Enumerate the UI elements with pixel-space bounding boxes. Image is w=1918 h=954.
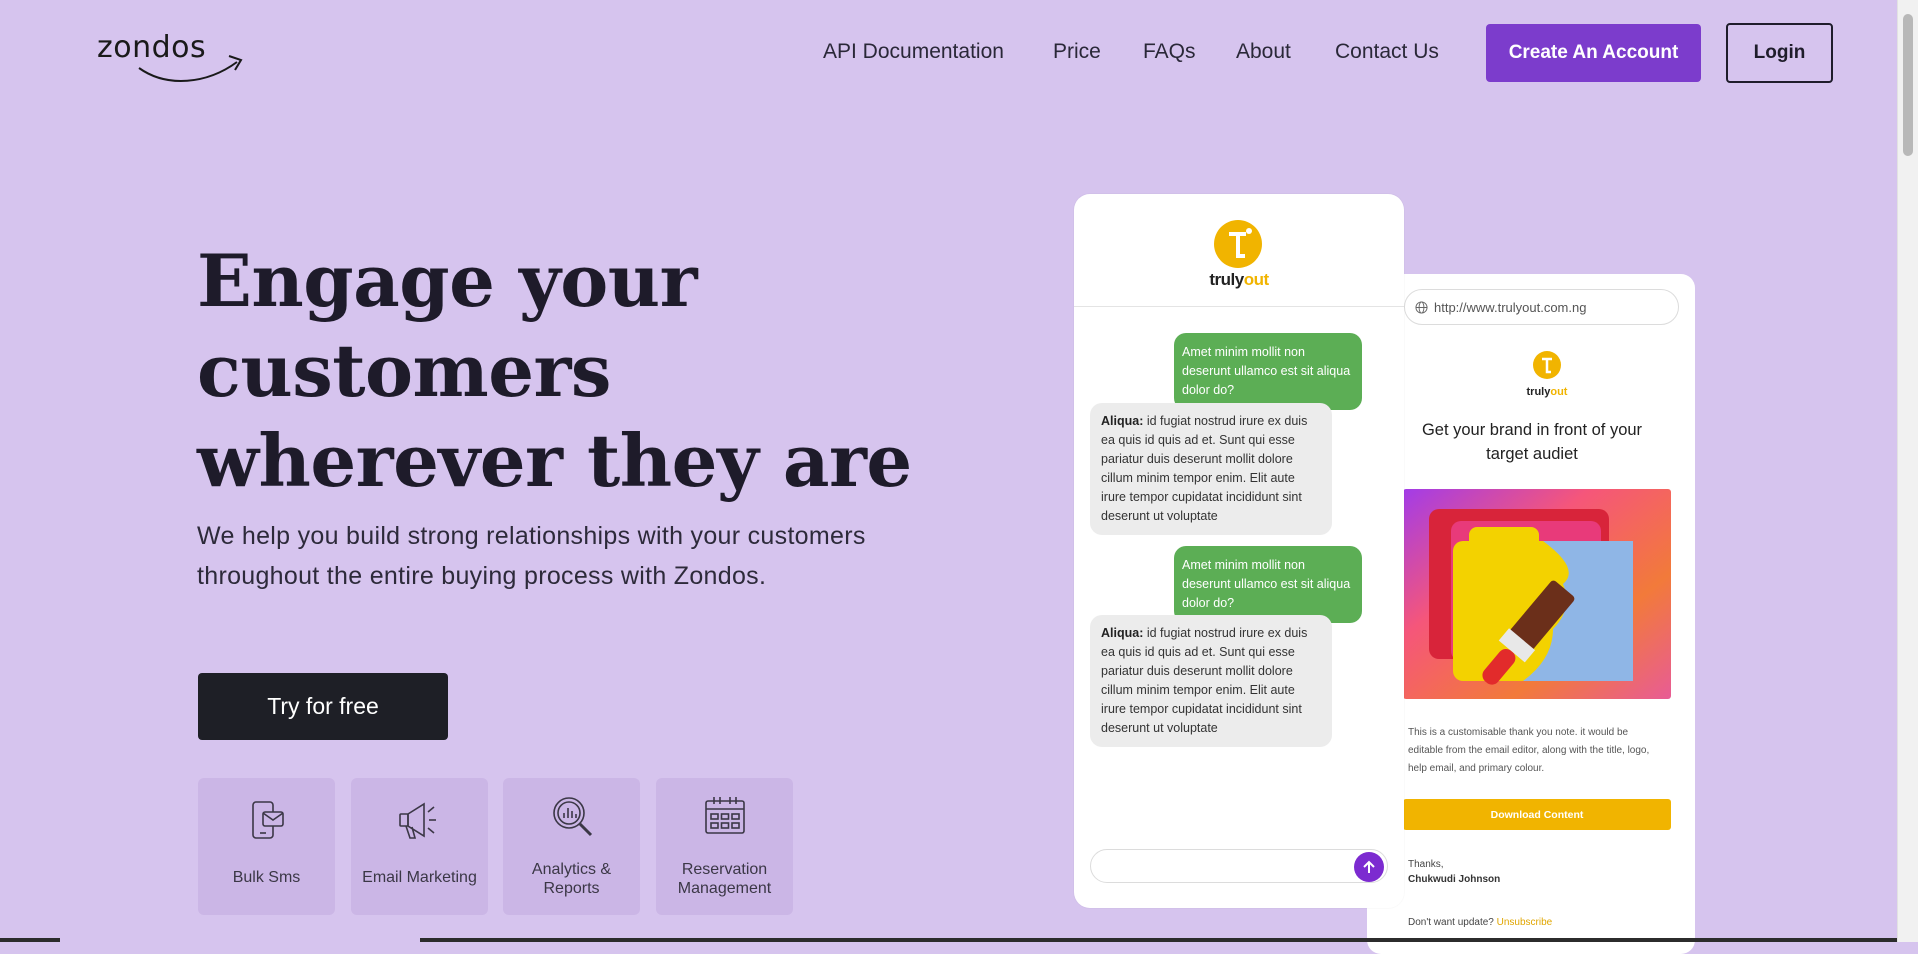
calendar-icon [703, 794, 747, 843]
sms-phone-icon [245, 798, 289, 847]
nav-faqs[interactable]: FAQs [1143, 40, 1196, 64]
hero-subtitle: We help you build strong relationships w… [197, 522, 866, 590]
chat-header: trulyout [1074, 194, 1404, 307]
scrollbar-thumb[interactable] [1903, 14, 1913, 156]
email-hero-image [1403, 489, 1671, 699]
feature-label: Analytics & Reports [531, 861, 612, 897]
analytics-magnifier-icon [550, 794, 594, 843]
chat-message-incoming: Aliqua: id fugiat nostrud irure ex duis … [1090, 403, 1332, 535]
message-sender: Aliqua: [1101, 414, 1144, 428]
chat-message-outgoing: Amet minim mollit non deserunt ullamco e… [1174, 546, 1362, 623]
chat-message-input[interactable] [1090, 849, 1388, 883]
nav-price[interactable]: Price [1053, 40, 1101, 64]
login-button[interactable]: Login [1726, 23, 1833, 83]
email-brand-logo: trulyout [1517, 350, 1577, 398]
chat-message-incoming: Aliqua: id fugiat nostrud irure ex duis … [1090, 615, 1332, 747]
nav-about[interactable]: About [1236, 40, 1291, 64]
trulyout-logo-icon [1214, 220, 1262, 268]
zondos-logo[interactable]: zondos [97, 30, 247, 82]
create-account-button[interactable]: Create An Account [1486, 24, 1701, 82]
email-signature: Chukwudi Johnson [1408, 874, 1501, 885]
feature-email-marketing[interactable]: Email Marketing [351, 778, 488, 915]
feature-analytics-reports[interactable]: Analytics & Reports [503, 778, 640, 915]
feature-label: Email Marketing [362, 869, 477, 886]
unsubscribe-line: Don't want update? Unsubscribe [1408, 917, 1552, 928]
vertical-scrollbar[interactable] [1897, 0, 1918, 942]
logo-swoosh-icon [138, 55, 243, 82]
megaphone-icon [396, 798, 444, 847]
arrow-up-icon [1363, 860, 1375, 873]
feature-reservation-management[interactable]: Reservation Management [656, 778, 793, 915]
message-sender: Aliqua: [1101, 626, 1144, 640]
email-headline: Get your brand in front of your target a… [1421, 421, 1643, 463]
chat-brand-name: trulyout [1209, 270, 1269, 289]
url-bar: http://www.trulyout.com.ng [1404, 289, 1679, 325]
nav-contact-us[interactable]: Contact Us [1335, 40, 1439, 64]
landing-page: zondos API Documentation Price FAQs Abou… [0, 0, 1898, 954]
email-brand-name: trulyout [1526, 386, 1568, 398]
feature-label: Bulk Sms [232, 869, 301, 886]
url-text: http://www.trulyout.com.ng [1434, 299, 1587, 315]
message-text: id fugiat nostrud irure ex duis ea quis … [1101, 414, 1308, 523]
unsubscribe-prefix: Don't want update? [1408, 917, 1494, 928]
chat-preview-card: trulyout Amet minim mollit non deserunt … [1074, 194, 1404, 908]
try-for-free-button[interactable]: Try for free [198, 673, 448, 740]
email-preview-card: http://www.trulyout.com.ng trulyout Get … [1367, 274, 1695, 954]
globe-icon [1415, 300, 1428, 314]
message-text: id fugiat nostrud irure ex duis ea quis … [1101, 626, 1308, 735]
download-content-button[interactable]: Download Content [1403, 799, 1671, 830]
nav-api-documentation[interactable]: API Documentation [823, 40, 1004, 64]
chat-message-outgoing: Amet minim mollit non deserunt ullamco e… [1174, 333, 1362, 410]
hero-title: Engage your customers wherever they are [197, 238, 912, 503]
bottom-divider [0, 938, 1898, 942]
email-thanks: Thanks, [1408, 859, 1444, 870]
feature-label: Reservation Management [677, 861, 772, 897]
trulyout-logo-icon [1533, 351, 1561, 379]
email-body-text: This is a customisable thank you note. i… [1408, 727, 1650, 774]
send-button[interactable] [1354, 852, 1384, 882]
unsubscribe-link[interactable]: Unsubscribe [1497, 917, 1553, 928]
feature-bulk-sms[interactable]: Bulk Sms [198, 778, 335, 915]
